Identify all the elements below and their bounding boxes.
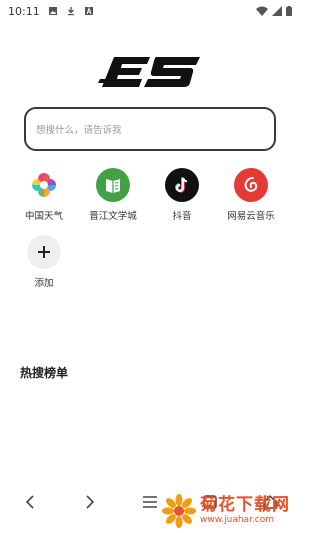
search-placeholder: 想搜什么，请告诉我	[36, 125, 122, 136]
shortcut-jinjiang[interactable]: 晋江文学城	[83, 168, 143, 222]
search-input[interactable]: 想搜什么，请告诉我	[24, 107, 276, 151]
shortcut-netease-music[interactable]: 网易云音乐	[221, 168, 281, 222]
hot-search-title: 热搜榜单	[20, 366, 69, 380]
menu-button[interactable]	[138, 490, 162, 514]
watermark-url: www.juahar.com	[200, 515, 275, 525]
watermark: 菊花下载网 www.juahar.com	[160, 489, 300, 533]
back-button[interactable]	[18, 490, 42, 514]
menu-icon	[143, 496, 157, 508]
a-icon	[84, 7, 93, 15]
download-icon	[67, 7, 74, 16]
shortcut-label: 网易云音乐	[227, 211, 275, 222]
watermark-name: 菊花下载网	[200, 495, 290, 515]
battery-icon	[286, 6, 292, 16]
forward-icon	[86, 495, 95, 509]
image-icon	[48, 7, 57, 15]
chrysanthemum-icon	[162, 494, 196, 528]
back-icon	[25, 495, 34, 509]
shortcut-label: 抖音	[172, 211, 192, 222]
add-icon	[27, 235, 61, 269]
shortcut-label: 中国天气	[24, 211, 63, 222]
es-logo	[98, 57, 200, 87]
shortcut-china-weather[interactable]: 中国天气	[14, 168, 74, 222]
status-bar: 10:11	[0, 0, 300, 22]
status-right	[256, 6, 292, 16]
shortcut-douyin[interactable]: 抖音	[152, 168, 212, 222]
forward-button[interactable]	[78, 490, 102, 514]
china-weather-icon	[27, 168, 61, 202]
watermark-text: 菊花下载网 www.juahar.com	[200, 496, 290, 526]
wifi-icon	[256, 6, 268, 16]
netease-music-icon	[234, 168, 268, 202]
jinjiang-icon	[96, 168, 130, 202]
status-left: 10:11	[8, 5, 94, 18]
shortcut-label: 添加	[34, 278, 54, 289]
shortcut-label: 晋江文学城	[89, 211, 137, 222]
shortcut-add[interactable]: 添加	[14, 235, 74, 289]
douyin-icon	[165, 168, 199, 202]
status-time: 10:11	[8, 4, 40, 18]
signal-icon	[272, 6, 282, 16]
